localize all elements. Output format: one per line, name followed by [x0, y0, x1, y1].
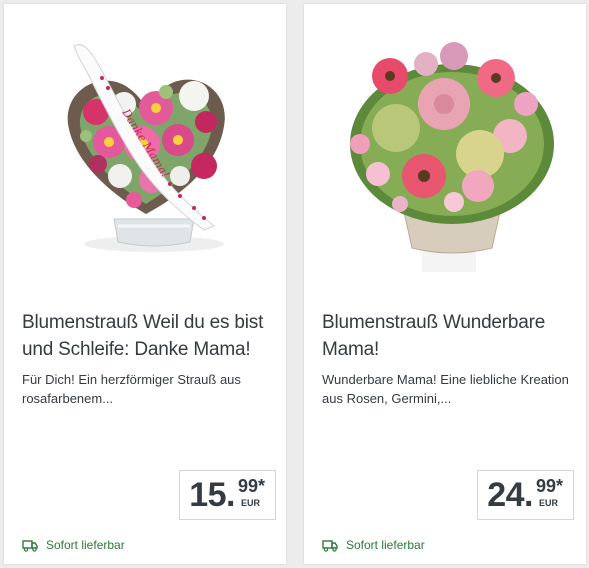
price-integer: 24. [487, 476, 533, 514]
price-decimal: 99* [536, 476, 564, 496]
product-title[interactable]: Blumenstrauß Weil du es bist und Schleif… [22, 309, 272, 363]
product-card[interactable]: Danke Mama! Blumenstrauß Weil du es bist… [4, 4, 286, 564]
product-description: Für Dich! Ein herzförmiger Strauß aus ro… [22, 372, 241, 406]
price-currency: EUR [241, 498, 261, 508]
price-decimal: 99* [238, 476, 266, 496]
delivery-label: Sofort lieferbar [46, 538, 125, 552]
product-description: Wunderbare Mama! Eine liebliche Kreation… [322, 372, 569, 406]
product-card[interactable]: Blumenstrauß Wunderbare Mama! Wunderbare… [304, 4, 586, 564]
delivery-status: Sofort lieferbar [22, 536, 125, 554]
delivery-label: Sofort lieferbar [346, 538, 425, 552]
delivery-status: Sofort lieferbar [322, 536, 425, 554]
product-image[interactable]: Danke Mama! [4, 4, 286, 294]
price-box: 24. 99* EUR [477, 470, 574, 520]
product-grid: Danke Mama! Blumenstrauß Weil du es bist… [0, 0, 589, 568]
heart-bouquet-image: Danke Mama! [67, 44, 225, 252]
price-integer: 15. [189, 476, 235, 514]
product-title[interactable]: Blumenstrauß Wunderbare Mama! [322, 309, 572, 363]
product-image[interactable] [304, 4, 586, 294]
round-bouquet-image [350, 42, 554, 272]
truck-icon [322, 540, 338, 552]
price-box: 15. 99* EUR [179, 470, 276, 520]
price-currency: EUR [539, 498, 559, 508]
truck-icon [22, 540, 38, 552]
